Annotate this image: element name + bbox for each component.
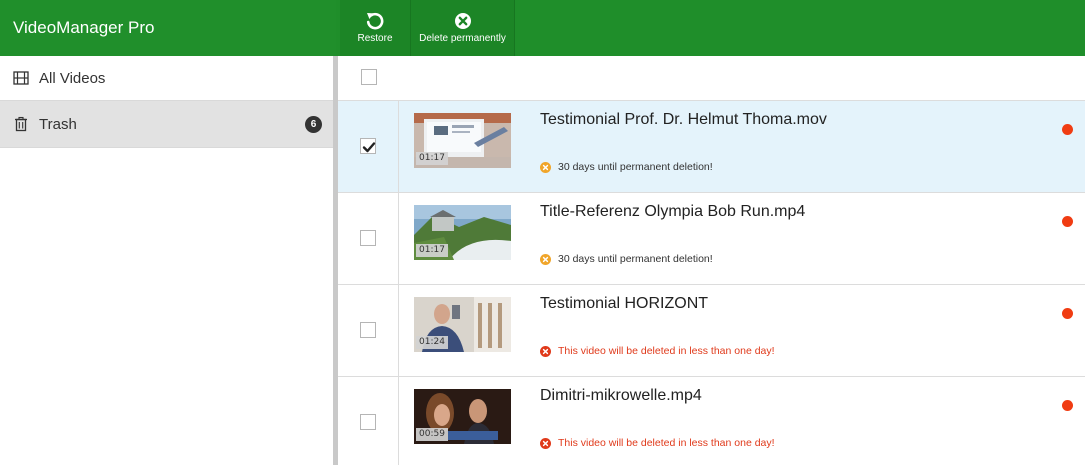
- film-icon: [13, 70, 29, 86]
- video-row[interactable]: 01:24 Testimonial HORIZONT This video wi…: [338, 285, 1085, 377]
- deletion-notice: This video will be deleted in less than …: [540, 437, 775, 449]
- sidebar-item-label: All Videos: [39, 69, 106, 87]
- restore-button[interactable]: Restore: [340, 0, 411, 56]
- row-checkbox[interactable]: [360, 230, 376, 246]
- row-checkbox[interactable]: [360, 414, 376, 430]
- status-indicator: [1062, 400, 1073, 411]
- deletion-notice-text: This video will be deleted in less than …: [558, 437, 775, 449]
- row-checkbox[interactable]: [360, 322, 376, 338]
- delete-permanently-label: Delete permanently: [419, 33, 506, 44]
- status-indicator: [1062, 216, 1073, 227]
- select-all-checkbox[interactable]: [361, 69, 377, 85]
- video-title[interactable]: Dimitri-mikrowelle.mp4: [540, 387, 702, 405]
- checkbox-cell: [338, 193, 399, 284]
- restore-icon: [365, 11, 385, 31]
- video-duration: 01:17: [416, 244, 448, 257]
- checkbox-cell: [338, 285, 399, 376]
- delete-permanently-button[interactable]: Delete permanently: [411, 0, 515, 56]
- video-list: 01:17 Testimonial Prof. Dr. Helmut Thoma…: [338, 56, 1085, 465]
- video-duration: 00:59: [416, 428, 448, 441]
- deletion-notice: 30 days until permanent deletion!: [540, 253, 713, 265]
- video-row[interactable]: 01:17 Title-Referenz Olympia Bob Run.mp4…: [338, 193, 1085, 285]
- list-header: [338, 56, 1085, 101]
- error-icon: [540, 437, 551, 449]
- deletion-notice: 30 days until permanent deletion!: [540, 161, 713, 173]
- close-circle-icon: [453, 11, 473, 31]
- video-title[interactable]: Testimonial HORIZONT: [540, 295, 708, 313]
- status-indicator: [1062, 124, 1073, 135]
- trash-count-badge: 6: [305, 116, 322, 133]
- checkmark-icon: [362, 142, 376, 153]
- video-title[interactable]: Testimonial Prof. Dr. Helmut Thoma.mov: [540, 111, 827, 129]
- video-row[interactable]: 00:59 Dimitri-mikrowelle.mp4 This video …: [338, 377, 1085, 465]
- sidebar: All Videos Trash 6: [0, 56, 333, 465]
- video-duration: 01:17: [416, 152, 448, 165]
- video-row[interactable]: 01:17 Testimonial Prof. Dr. Helmut Thoma…: [338, 101, 1085, 193]
- row-checkbox-checked[interactable]: [360, 138, 376, 154]
- video-title[interactable]: Title-Referenz Olympia Bob Run.mp4: [540, 203, 805, 221]
- deletion-notice-text: This video will be deleted in less than …: [558, 345, 775, 357]
- sidebar-item-label: Trash: [39, 115, 77, 133]
- video-thumbnail[interactable]: 01:24: [414, 297, 511, 352]
- video-thumbnail[interactable]: 00:59: [414, 389, 511, 444]
- sidebar-item-all-videos[interactable]: All Videos: [0, 56, 333, 101]
- video-thumbnail[interactable]: 01:17: [414, 205, 511, 260]
- restore-label: Restore: [357, 33, 393, 44]
- sidebar-item-trash[interactable]: Trash 6: [0, 101, 333, 148]
- video-thumbnail[interactable]: 01:17: [414, 113, 511, 168]
- warning-icon: [540, 161, 551, 173]
- checkbox-cell: [338, 101, 399, 192]
- error-icon: [540, 345, 551, 357]
- deletion-notice: This video will be deleted in less than …: [540, 345, 775, 357]
- deletion-notice-text: 30 days until permanent deletion!: [558, 253, 713, 265]
- app-title: VideoManager Pro: [0, 0, 336, 56]
- checkbox-cell: [338, 377, 399, 465]
- trash-icon: [13, 116, 29, 132]
- status-indicator: [1062, 308, 1073, 319]
- warning-icon: [540, 253, 551, 265]
- top-bar: VideoManager Pro Restore Delete permanen…: [0, 0, 1085, 56]
- video-duration: 01:24: [416, 336, 448, 349]
- deletion-notice-text: 30 days until permanent deletion!: [558, 161, 713, 173]
